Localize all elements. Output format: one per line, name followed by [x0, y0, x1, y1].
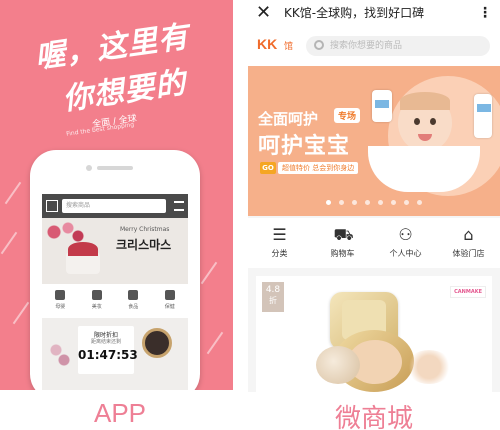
countdown-timer: 01:47:53 [78, 348, 138, 362]
banner-tag: 专场 [334, 108, 361, 123]
decor-stripe [206, 331, 224, 355]
app-icon-row: 母婴 美妆 食品 保健 [42, 288, 188, 316]
flash-sale-section[interactable]: 限时折扣 距离结束还剩 01:47:53 [42, 318, 188, 390]
baby-image [368, 86, 480, 196]
app-icon-item[interactable]: 母婴 [42, 288, 79, 316]
kk-logo-sub: 馆 [284, 42, 294, 52]
discount-value: 4.8 [265, 285, 281, 295]
cosmetic-product-image [142, 328, 172, 358]
phone-screen: 搜索商品 Merry Christmas 크리스마스 母婴 美妆 食品 保健 限… [42, 194, 188, 390]
kk-logo[interactable]: KK [257, 36, 277, 52]
app-icon-label: 食品 [128, 304, 139, 310]
flower-image [48, 342, 72, 370]
cake-image [66, 242, 100, 274]
decor-stripe [4, 181, 22, 205]
cart-icon: ⛟ [333, 225, 354, 244]
banner-line-1: 全面呵护 [258, 110, 319, 128]
app-icon-label: 美妆 [91, 304, 102, 310]
powder-puff-image [316, 346, 360, 384]
carousel-dots[interactable] [248, 200, 500, 208]
app-top-bar: 搜索商品 [42, 194, 188, 218]
phone-speaker [97, 166, 133, 170]
close-icon[interactable]: ✕ [256, 3, 271, 23]
nav-item-cart[interactable]: ⛟ 购物车 [311, 218, 374, 268]
flowers-image [44, 220, 84, 244]
app-banner-subtext: Merry Christmas [120, 226, 170, 233]
store-icon: ⌂ [463, 225, 474, 244]
decor-stripe [200, 261, 218, 285]
carousel-dot[interactable] [417, 200, 422, 205]
app-banner-title: 크리스마스 [116, 238, 172, 252]
app-icon-label: 母婴 [55, 304, 66, 310]
carousel-dot[interactable] [404, 200, 409, 205]
nav-label: 分类 [271, 249, 288, 258]
app-promo-panel: 喔，这里有 你想要的 全面 / 全球 Find the best shoppin… [0, 0, 233, 390]
decor-stripe [12, 301, 30, 325]
comparison-graphic: 喔，这里有 你想要的 全面 / 全球 Find the best shoppin… [0, 0, 500, 430]
nav-item-profile[interactable]: ⚇ 个人中心 [374, 218, 437, 268]
decor-stripe [0, 231, 18, 255]
discount-unit: 折 [269, 296, 277, 305]
countdown-panel: 限时折扣 距离结束还剩 01:47:53 [78, 326, 138, 374]
search-row: KK 馆 搜索你想要的商品 [248, 26, 500, 66]
baby-shampoo-image [474, 94, 492, 138]
shortcut-nav: ☰ 分类 ⛟ 购物车 ⚇ 个人中心 ⌂ 体验门店 [248, 218, 500, 268]
nav-item-category[interactable]: ☰ 分类 [248, 218, 311, 268]
search-icon [314, 40, 324, 50]
carousel-dot[interactable] [352, 200, 357, 205]
title-bar: ✕ KK馆-全球购，找到好口碑 ⋮ [248, 0, 500, 26]
powder-dust-image [406, 350, 452, 384]
banner-subtext: 超值特价 总会到你身边 [278, 162, 359, 174]
category-icon [91, 290, 102, 300]
app-logo-icon [46, 200, 58, 212]
discount-badge: 4.8 折 [262, 282, 284, 312]
app-icon-item[interactable]: 保健 [152, 288, 189, 316]
search-placeholder: 搜索你想要的商品 [330, 41, 403, 51]
product-card[interactable]: 4.8 折 CANMAKE [256, 276, 492, 392]
banner-headline: 呵护宝宝 [258, 134, 351, 159]
carousel-dot[interactable] [391, 200, 396, 205]
app-icon-item[interactable]: 食品 [115, 288, 152, 316]
category-icon [128, 290, 139, 300]
wechat-shop-caption: 微商城 [334, 404, 413, 430]
app-icon-item[interactable]: 美妆 [79, 288, 116, 316]
app-caption: APP [93, 398, 147, 428]
nav-item-store[interactable]: ⌂ 体验门店 [437, 218, 500, 268]
app-icon-label: 保健 [164, 304, 175, 310]
nav-label: 购物车 [330, 249, 355, 258]
nav-label: 个人中心 [389, 249, 422, 258]
carousel-dot[interactable] [339, 200, 344, 205]
search-input[interactable]: 搜索你想要的商品 [306, 36, 490, 56]
phone-mockup: 搜索商品 Merry Christmas 크리스마스 母婴 美妆 食品 保健 限… [30, 150, 200, 390]
app-banner[interactable]: Merry Christmas 크리스마스 [42, 218, 188, 284]
nav-label: 体验门店 [452, 249, 485, 258]
wechat-shop-panel: ✕ KK馆-全球购，找到好口碑 ⋮ KK 馆 搜索你想要的商品 全面呵护 专场 … [248, 0, 500, 392]
window-title: KK馆-全球购，找到好口碑 [284, 6, 425, 20]
user-icon: ⚇ [398, 225, 413, 244]
app-menu-icon[interactable] [174, 201, 184, 211]
promo-banner[interactable]: 全面呵护 专场 呵护宝宝 GO 超值特价 总会到你身边 [248, 66, 500, 216]
app-search-input[interactable]: 搜索商品 [62, 199, 166, 213]
category-icon: ☰ [272, 225, 287, 244]
phone-camera [86, 165, 92, 171]
sale-subtitle: 距离结束还剩 [90, 339, 121, 345]
category-icon [55, 290, 66, 300]
go-badge[interactable]: GO [260, 162, 276, 174]
brand-logo: CANMAKE [450, 286, 486, 298]
carousel-dot[interactable] [326, 200, 331, 205]
category-icon [164, 290, 175, 300]
more-options-icon[interactable]: ⋮ [478, 4, 492, 22]
carousel-dot[interactable] [365, 200, 370, 205]
carousel-dot[interactable] [378, 200, 383, 205]
